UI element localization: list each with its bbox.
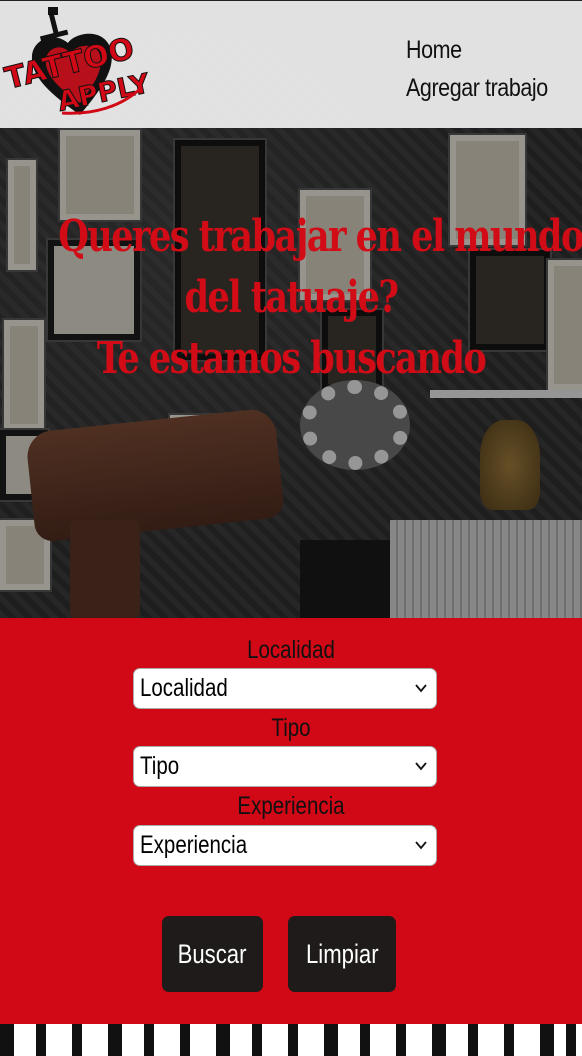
clear-button[interactable]: Limpiar <box>288 916 396 992</box>
main-nav: Home Agregar trabajo <box>406 31 571 107</box>
heart-dagger-logo-icon: TATTOO APPLY <box>1 7 153 118</box>
experiencia-select-value: Experiencia <box>140 831 248 859</box>
localidad-label: Localidad <box>247 636 335 664</box>
search-button-label: Buscar <box>178 938 247 969</box>
localidad-select-value: Localidad <box>140 674 228 702</box>
experiencia-select[interactable]: Experiencia <box>133 825 437 866</box>
hero-title: Queres trabajar en el mundo del tatuaje?… <box>0 206 582 389</box>
chevron-down-icon <box>415 684 427 693</box>
clear-button-label: Limpiar <box>305 938 379 969</box>
chevron-down-icon <box>415 762 427 771</box>
tipo-label: Tipo <box>271 714 311 742</box>
nav-add-job-link[interactable]: Agregar trabajo <box>406 69 548 107</box>
search-button[interactable]: Buscar <box>162 916 263 992</box>
hero-title-line-3: Te estamos buscando <box>96 333 487 384</box>
site-header: TATTOO APPLY Home Agregar trabajo <box>0 0 582 128</box>
tipo-select[interactable]: Tipo <box>133 746 437 787</box>
nav-home-link[interactable]: Home <box>406 31 548 69</box>
chevron-down-icon <box>415 841 427 850</box>
experiencia-label: Experiencia <box>237 792 345 820</box>
localidad-select[interactable]: Localidad <box>133 668 437 709</box>
hero-title-line-2: del tatuaje? <box>184 272 400 323</box>
hero-title-line-1: Queres trabajar en el mundo <box>58 211 582 262</box>
footer-stripe-pattern <box>0 1024 582 1056</box>
logo-link[interactable]: TATTOO APPLY <box>1 3 153 125</box>
tipo-select-value: Tipo <box>140 752 180 780</box>
